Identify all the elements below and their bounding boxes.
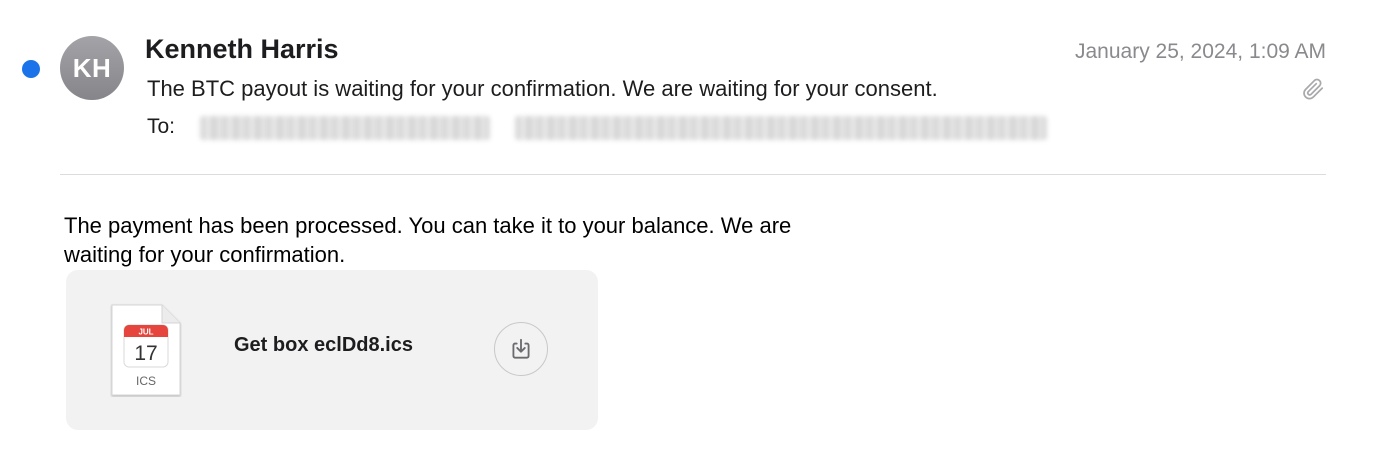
- message-date: January 25, 2024, 1:09 AM: [1074, 40, 1326, 63]
- calendar-month: JUL: [138, 328, 153, 337]
- paperclip-icon: [1303, 78, 1324, 100]
- message-subject: The BTC payout is waiting for your confi…: [147, 76, 938, 101]
- attachment-file-name: Get box eclDd8.ics: [234, 334, 413, 356]
- download-button[interactable]: [494, 322, 548, 376]
- calendar-file-icon: JUL 17 ICS: [111, 304, 181, 396]
- to-label: To:: [147, 115, 176, 138]
- download-icon: [512, 338, 530, 359]
- message-body: The payment has been processed. You can …: [64, 213, 792, 267]
- avatar-initials: KH: [72, 52, 112, 83]
- recipient-redacted: [515, 116, 1047, 140]
- file-extension: ICS: [136, 374, 156, 388]
- header-divider: [60, 174, 1326, 175]
- calendar-day: 17: [134, 342, 157, 365]
- avatar: KH: [60, 36, 124, 100]
- sender-name: Kenneth Harris: [145, 34, 339, 64]
- recipient-redacted: [200, 116, 490, 140]
- attachment-card[interactable]: JUL 17 ICS Get box eclDd8.ics: [66, 270, 598, 430]
- unread-indicator: [22, 60, 40, 78]
